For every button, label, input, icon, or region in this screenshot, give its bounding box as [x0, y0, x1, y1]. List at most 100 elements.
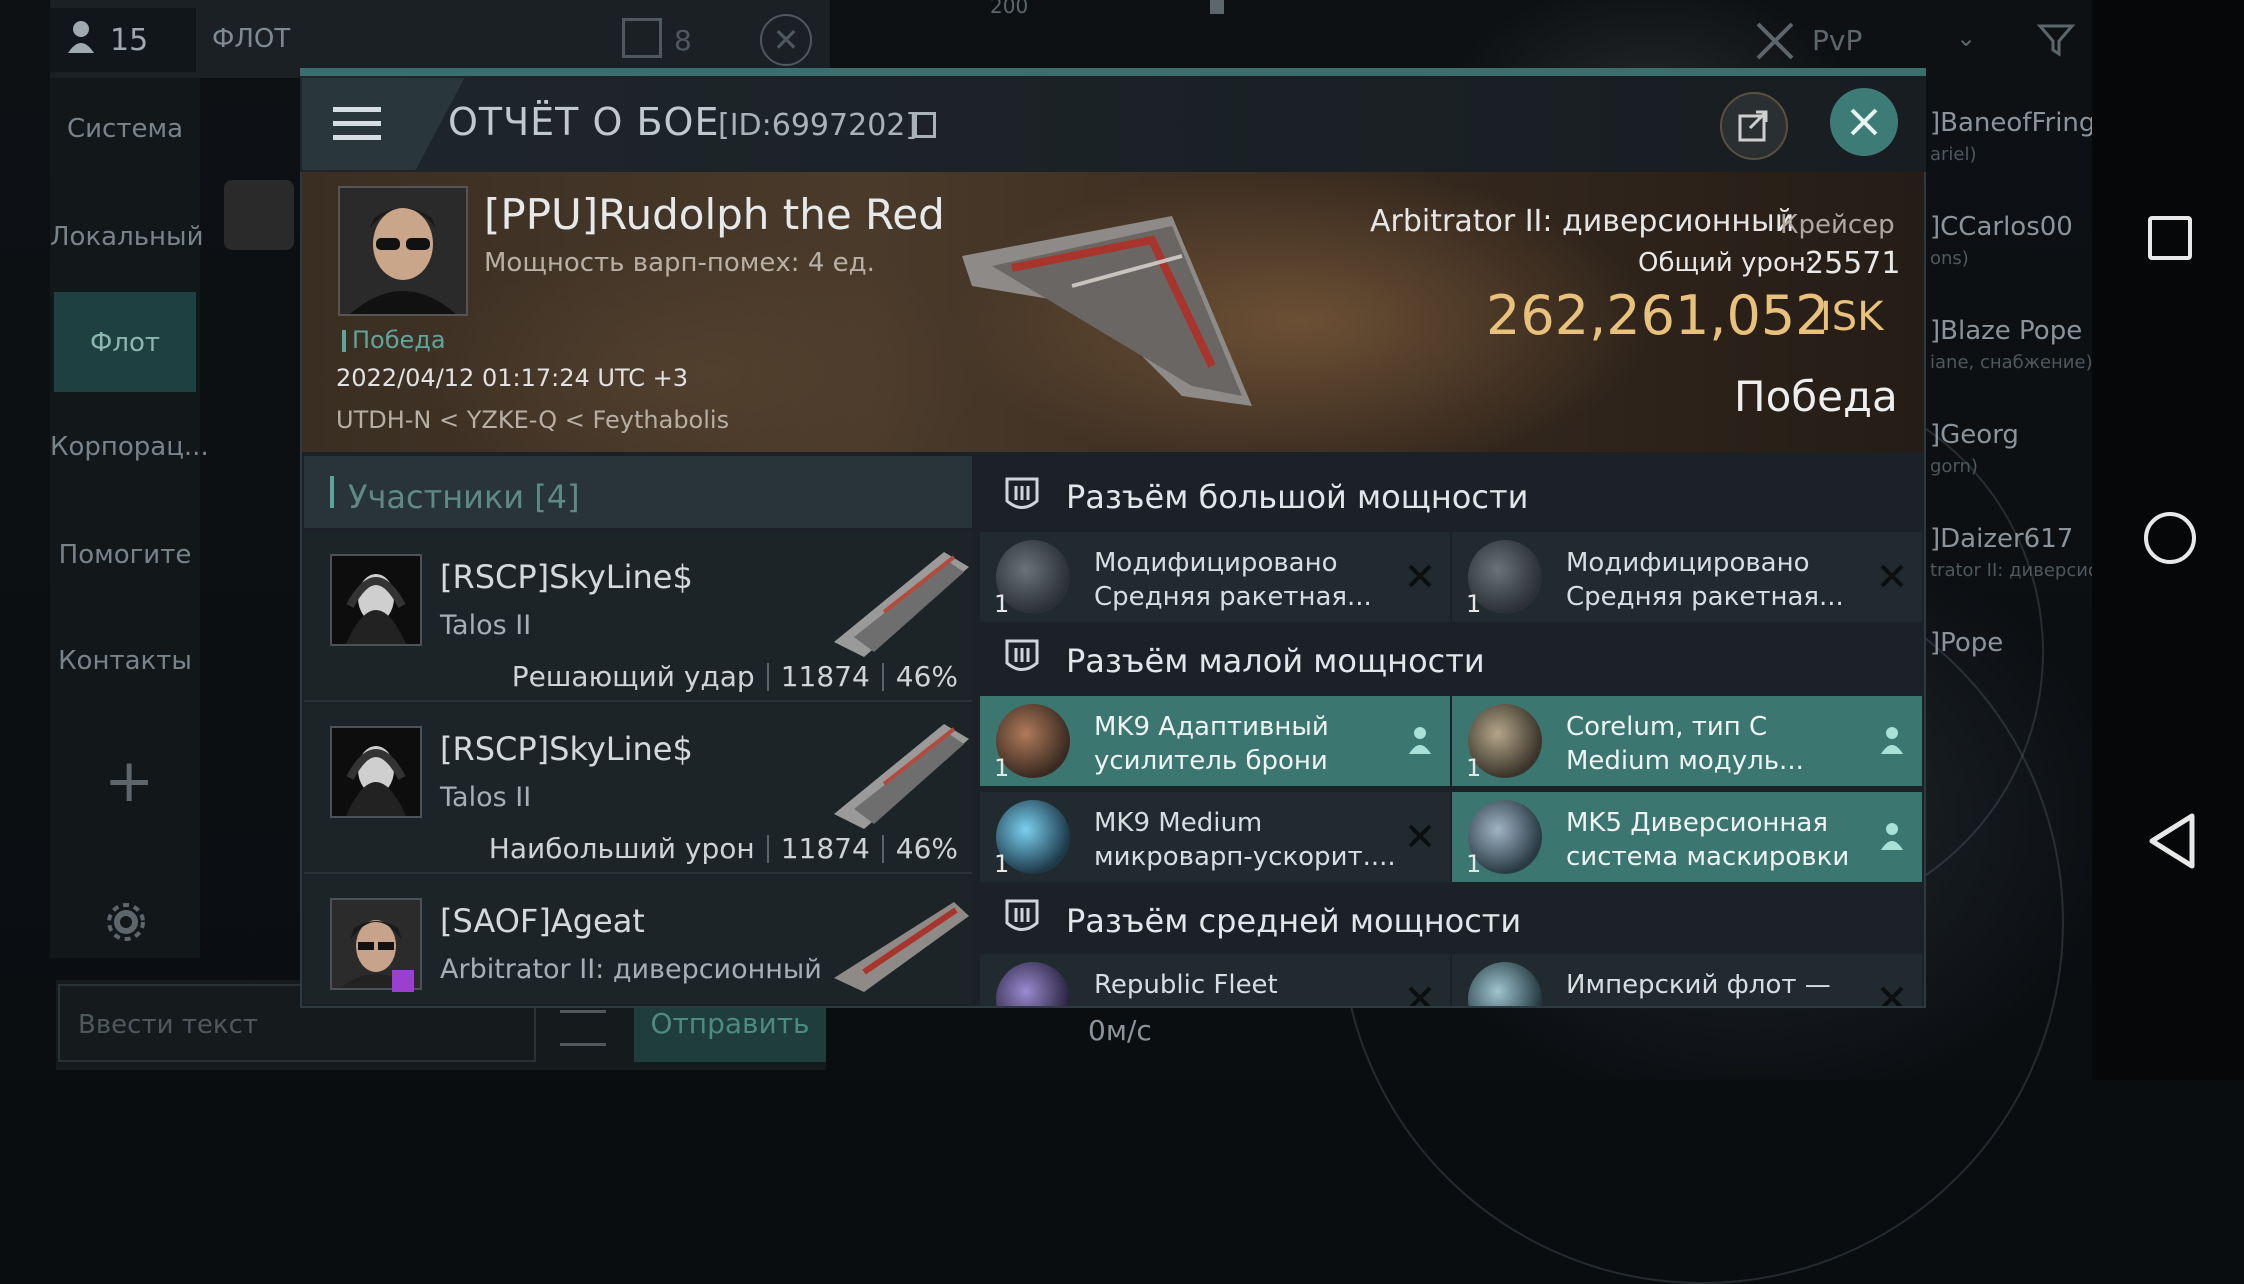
destroyed-x-icon: [1880, 564, 1904, 588]
ewar-module-icon: [1468, 962, 1542, 1006]
chevron-down-icon[interactable]: ⌄: [1956, 24, 1976, 52]
result-label: Победа: [1734, 372, 1898, 421]
total-damage-label: Общий урон:: [1638, 248, 1815, 278]
message-icon[interactable]: [622, 18, 662, 58]
mid-slot-modules-clip: Republic Fleet Имперский флот —: [980, 954, 1924, 1006]
participant-stats: Решающий удар 11874 46%: [512, 660, 958, 693]
fleet-member-name: ]Pope: [1930, 628, 2004, 658]
dropped-person-icon: [1881, 823, 1903, 850]
copy-icon[interactable]: [914, 112, 936, 138]
shield-extender-icon: [996, 962, 1070, 1006]
participant-portrait: [330, 726, 422, 818]
fleet-member-name: ]CCarlos00: [1930, 212, 2073, 242]
victory-tag-bar: [342, 330, 346, 352]
participant-ship-image: [824, 542, 974, 662]
sidebar-item-fleet[interactable]: Флот: [50, 328, 200, 358]
module-name: MK9 Medium микроварп-ускорит....: [1094, 808, 1396, 872]
fleet-member-name: ]BaneofFringe: [1930, 108, 2112, 138]
participant-ship: Talos II: [440, 610, 532, 641]
participant-percent: 46%: [895, 660, 958, 693]
export-icon: [1738, 110, 1768, 142]
pin-icon: [1210, 0, 1224, 14]
participant-row[interactable]: [RSCP]SkyLine$ Talos II Наибольший урон …: [304, 704, 972, 874]
recent-apps-icon[interactable]: [2148, 216, 2192, 260]
fleet-member-sub: iane, снабжение): [1930, 352, 2093, 373]
sidebar-item-contacts[interactable]: Контакты: [50, 646, 200, 676]
gear-icon[interactable]: [104, 900, 148, 944]
message-count: 8: [674, 24, 692, 57]
menu-button[interactable]: [302, 78, 412, 170]
sidebar-item-system[interactable]: Система: [50, 114, 200, 144]
stat-divider: [881, 834, 884, 863]
add-channel-icon[interactable]: +: [104, 746, 154, 816]
share-button[interactable]: [1720, 92, 1788, 160]
victory-tag: Победа: [352, 326, 446, 354]
victim-ship-name: Arbitrator II: диверсионный: [1370, 204, 1795, 239]
participant-portrait: [330, 554, 422, 646]
pvp-filter[interactable]: PvP: [1812, 24, 1862, 57]
high-slot-title: Разъём большой мощности: [1066, 478, 1529, 516]
isk-unit: ISK: [1820, 294, 1884, 340]
list-icon[interactable]: [560, 1010, 606, 1046]
back-icon[interactable]: [2146, 812, 2200, 870]
participant-name: [RSCP]SkyLine$: [440, 558, 693, 596]
module-card[interactable]: 1 MK5 Диверсионная система маскировки: [1452, 792, 1922, 882]
destroyed-x-icon: [1408, 564, 1432, 588]
high-slot-icon: [1002, 476, 1042, 516]
person-icon: [66, 19, 96, 61]
fleet-member-name: ]Georg: [1930, 420, 2019, 450]
participant-damage: 11874: [780, 832, 870, 865]
participant-stats: Наибольший урон 11874 46%: [489, 832, 958, 865]
victim-ship-image: [952, 196, 1262, 426]
isk-value: 262,261,052: [1486, 284, 1830, 347]
victim-portrait[interactable]: [338, 186, 468, 316]
module-quantity: 1: [1466, 850, 1482, 878]
mid-slot-title: Разъём средней мощности: [1066, 902, 1522, 940]
chat-channel-sidebar: [50, 78, 200, 958]
close-button[interactable]: [1830, 88, 1898, 156]
module-card[interactable]: 1 MK9 Адаптивный усилитель брони: [980, 696, 1450, 786]
module-card[interactable]: 1 Модифицировано Средняя ракетная...: [980, 532, 1450, 622]
module-card[interactable]: 1 MK9 Medium микроварп-ускорит....: [980, 792, 1450, 882]
fleet-member-sub: trator II: диверсион: [1930, 560, 2111, 581]
participant-row[interactable]: [SAOF]Ageat Arbitrator II: диверсионный: [304, 876, 972, 1004]
sidebar-item-local[interactable]: Локальный: [50, 222, 203, 252]
victim-ship-class: Крейсер: [1780, 210, 1895, 240]
mid-slot-icon: [1002, 898, 1042, 938]
participant-ship: Talos II: [440, 782, 532, 813]
module-card[interactable]: Имперский флот —: [1452, 954, 1922, 1006]
close-icon: [1850, 108, 1878, 136]
module-quantity: 1: [1466, 754, 1482, 782]
participant-name: [RSCP]SkyLine$: [440, 730, 693, 768]
module-card[interactable]: Republic Fleet: [980, 954, 1450, 1006]
filter-icon[interactable]: [2036, 20, 2076, 60]
module-quantity: 1: [994, 754, 1010, 782]
info-badge-icon[interactable]: [392, 970, 414, 992]
participant-ship-image: [824, 714, 974, 834]
sidebar-item-help[interactable]: Помогите: [50, 540, 200, 570]
fleet-member-name: ]Daizer617: [1930, 524, 2074, 554]
module-card[interactable]: 1 Модифицировано Средняя ракетная...: [1452, 532, 1922, 622]
module-name: MK5 Диверсионная система маскировки: [1566, 808, 1850, 872]
member-count-box[interactable]: 15: [50, 8, 196, 72]
total-damage-value: 25571: [1805, 246, 1901, 281]
participant-ship-image: [824, 888, 972, 1004]
destroyed-x-icon: [1880, 986, 1904, 1006]
participants-header-bar: [330, 476, 334, 508]
kill-location: UTDH-N < YZKE-Q < Feythabolis: [336, 406, 730, 434]
home-icon[interactable]: [2144, 512, 2196, 564]
module-quantity: 1: [994, 850, 1010, 878]
dropped-person-icon: [1881, 727, 1903, 754]
destroyed-x-icon: [1408, 824, 1432, 848]
participant-row[interactable]: [RSCP]SkyLine$ Talos II Решающий удар 11…: [304, 532, 972, 702]
fleet-member-sub: ons): [1930, 248, 1969, 269]
sidebar-item-corporation[interactable]: Корпорац...: [50, 432, 209, 462]
fleet-member-sub: ariel): [1930, 144, 1977, 165]
victim-name: [PPU]Rudolph the Red: [484, 190, 945, 239]
close-chat-icon[interactable]: ✕: [760, 14, 812, 66]
dialog-accent-line: [300, 68, 1926, 76]
crossed-swords-icon[interactable]: [1750, 16, 1800, 66]
destroyed-x-icon: [1408, 986, 1432, 1006]
module-card[interactable]: 1 Corelum, тип C Medium модуль...: [1452, 696, 1922, 786]
module-quantity: 1: [1466, 590, 1482, 618]
